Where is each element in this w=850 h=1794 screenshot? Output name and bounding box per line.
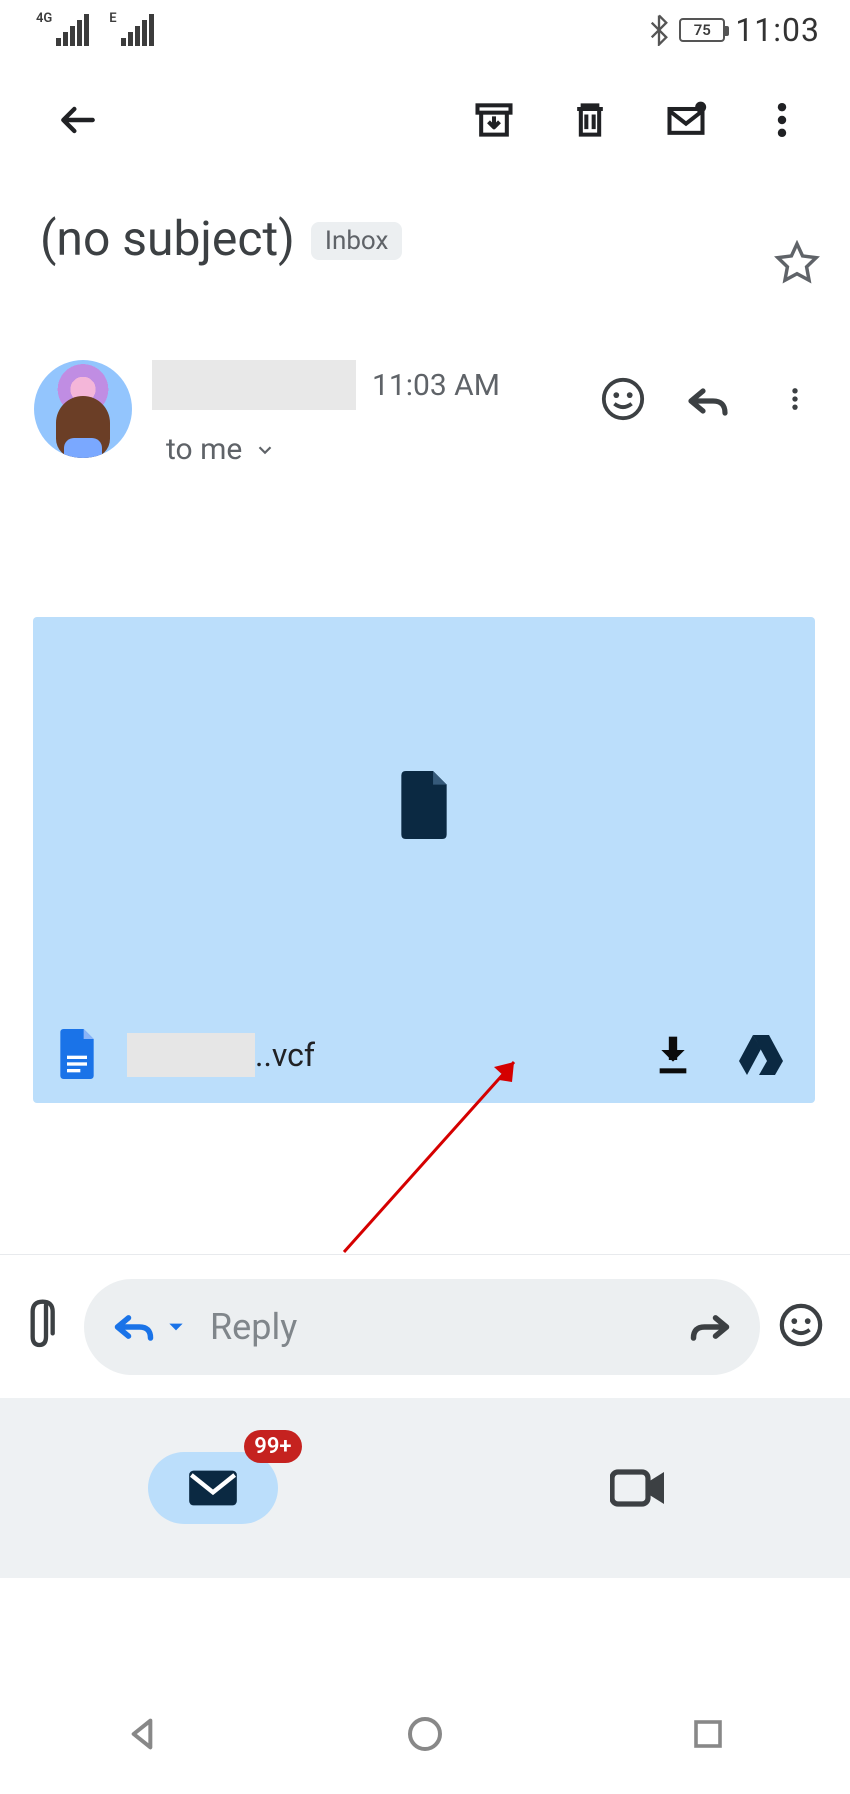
forward-icon[interactable] [688,1305,732,1349]
nav-back-button[interactable] [112,1704,172,1764]
chevron-down-icon [254,439,276,461]
reply-arrow-icon [112,1305,156,1349]
star-button[interactable] [774,240,820,290]
signal-indicator-2: E [109,14,153,46]
sender-time: 11:03 AM [372,368,500,403]
nav-home-button[interactable] [395,1704,455,1764]
reply-input[interactable]: Reply [84,1279,760,1375]
delete-button[interactable] [542,72,638,168]
sender-avatar[interactable] [34,360,132,458]
meet-tab[interactable] [425,1398,850,1578]
video-icon [610,1466,666,1510]
mail-tab[interactable]: 99+ [0,1398,425,1578]
attach-button[interactable] [26,1299,66,1355]
nav-recent-button[interactable] [678,1704,738,1764]
reply-bar: Reply [0,1254,850,1399]
mail-badge: 99+ [244,1430,301,1463]
save-to-drive-button[interactable] [731,1033,791,1077]
bottom-tabs: 99+ [0,1398,850,1578]
reply-button[interactable] [684,374,734,424]
sender-name-redacted [152,360,356,410]
react-button[interactable] [598,374,648,424]
email-toolbar [0,60,850,180]
status-bar: 4G E 75 11:03 [0,0,850,60]
subject-row: (no subject) Inbox [0,180,850,300]
recipient-label: to me [166,432,242,467]
signal-indicator-1: 4G [36,14,89,46]
subject-text: (no subject) [40,210,295,267]
more-options-button[interactable] [734,72,830,168]
file-name-redacted [127,1033,255,1077]
folder-label[interactable]: Inbox [311,222,403,260]
archive-button[interactable] [446,72,542,168]
clock: 11:03 [735,11,820,49]
recipient-row[interactable]: to me [152,432,598,467]
sender-row: 11:03 AM to me [0,300,850,477]
mark-unread-button[interactable] [638,72,734,168]
document-icon [57,1029,99,1081]
file-extension: ..vcf [255,1036,315,1074]
battery-indicator: 75 [679,18,725,42]
reply-placeholder: Reply [210,1306,297,1348]
bluetooth-icon [649,14,669,46]
system-nav-bar [0,1674,850,1794]
message-more-button[interactable] [770,374,820,424]
file-icon [396,771,452,843]
attachment-card[interactable]: ..vcf [33,617,815,1103]
emoji-button[interactable] [778,1302,824,1352]
back-button[interactable] [30,72,126,168]
mail-icon [187,1468,239,1508]
reply-mode-dropdown-icon[interactable] [166,1317,186,1337]
download-attachment-button[interactable] [643,1033,703,1077]
